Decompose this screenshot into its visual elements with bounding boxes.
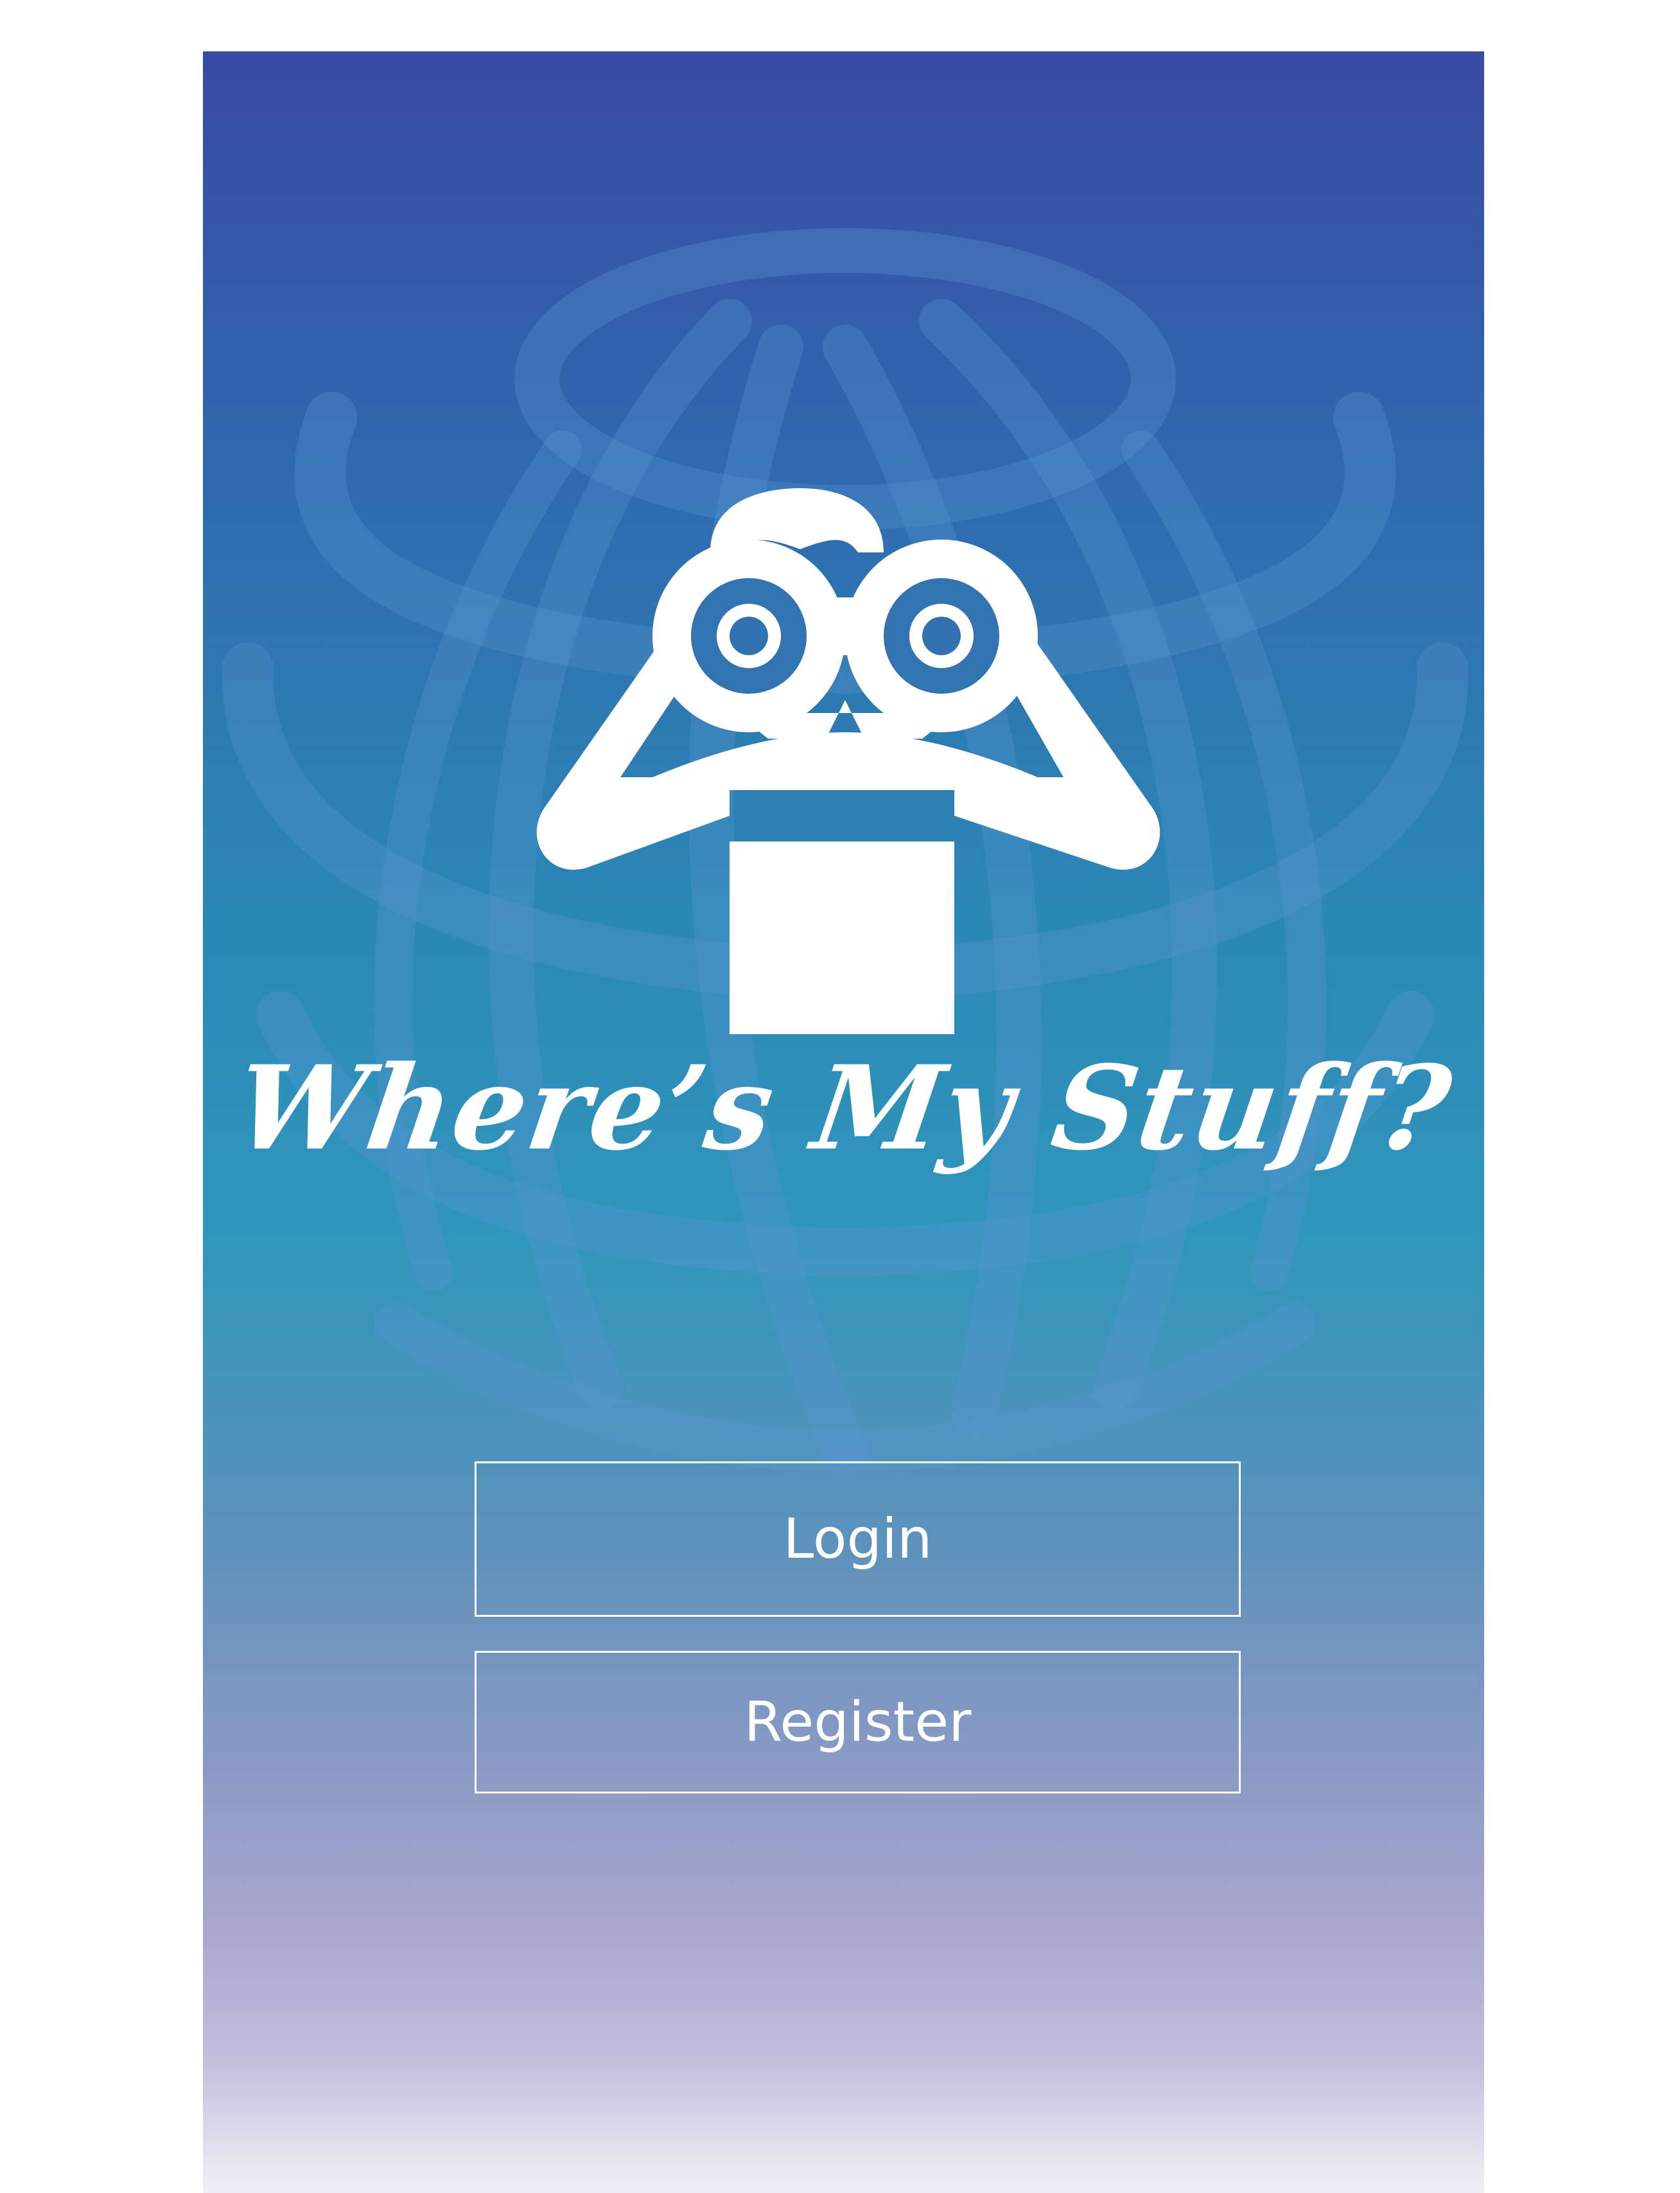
splash-screen: Where’s My Stuff? Login Register (203, 51, 1484, 2193)
app-title: Where’s My Stuff? (227, 1041, 1460, 1176)
binoculars-person-icon (536, 488, 1160, 1034)
register-button[interactable]: Register (475, 1651, 1241, 1793)
login-button[interactable]: Login (475, 1461, 1241, 1617)
